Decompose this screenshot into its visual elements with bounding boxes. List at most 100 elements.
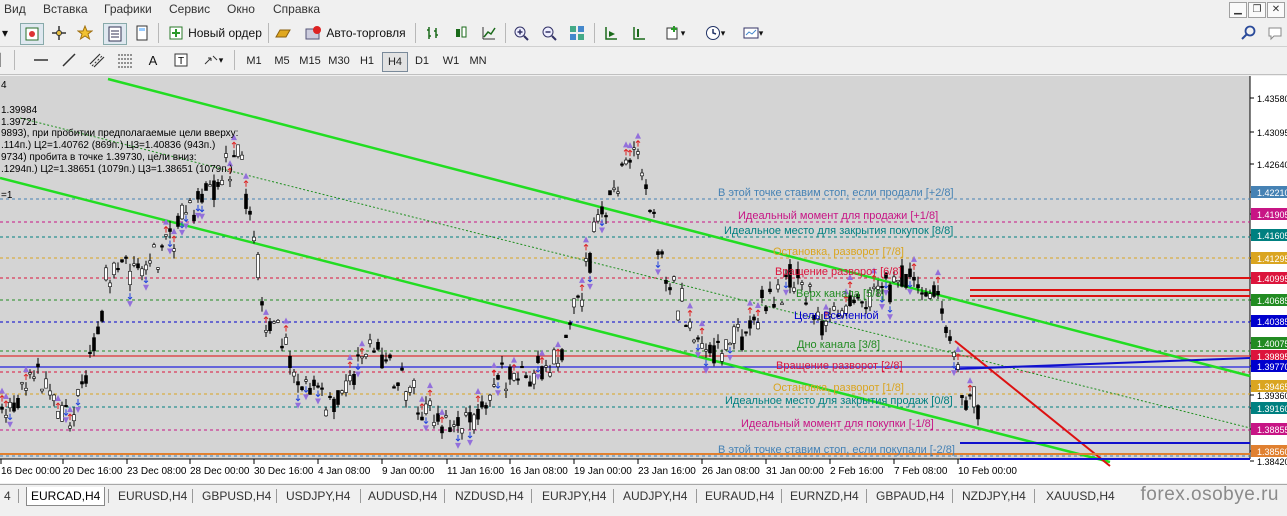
candle-body: [156, 267, 160, 270]
crosshair-grid-icon[interactable]: [20, 23, 44, 45]
trendline-icon[interactable]: [58, 50, 80, 70]
cursor-icon[interactable]: ▏: [0, 50, 9, 70]
minimize-button[interactable]: ▁: [1229, 2, 1247, 18]
fibonacci-icon[interactable]: [114, 50, 136, 70]
periods-dropdown[interactable]: ▾: [698, 23, 732, 43]
candle-body: [764, 306, 768, 312]
tab-eurnzd[interactable]: EURNZD,H4: [786, 487, 863, 505]
candle-body: [864, 307, 868, 310]
candle-body: [772, 304, 776, 308]
indicators-dropdown[interactable]: ▾: [658, 23, 692, 43]
chart-canvas[interactable]: В этой точке ставим стоп, если продали […: [0, 76, 1287, 483]
price-label: 1.41605: [1257, 231, 1287, 241]
menu-view[interactable]: Вид: [4, 2, 26, 16]
candle-body: [704, 349, 708, 352]
timeframe-h1[interactable]: H1: [356, 52, 378, 70]
candle-body: [940, 308, 944, 314]
timeframe-m5[interactable]: M5: [271, 52, 293, 70]
candlestick-icon[interactable]: [450, 23, 472, 43]
candle-body: [912, 276, 916, 281]
candle-body: [768, 288, 772, 293]
line-chart-icon[interactable]: [478, 23, 500, 43]
candle-body: [684, 324, 688, 327]
zoom-in-icon[interactable]: [510, 23, 532, 43]
arrows-dropdown[interactable]: ▾: [198, 50, 228, 70]
candle-body: [56, 411, 60, 419]
price-chart[interactable]: В этой точке ставим стоп, если продали […: [0, 76, 1287, 483]
candle-body: [104, 267, 108, 281]
menu-charts[interactable]: Графики: [104, 2, 152, 16]
info-line: 9893), при пробитии предполагаемые цели …: [1, 127, 238, 139]
candle-body: [620, 163, 624, 166]
text-tool-icon[interactable]: A: [142, 50, 164, 70]
data-window-icon[interactable]: [131, 23, 153, 43]
dropdown-arrow-icon[interactable]: ▾: [0, 23, 10, 43]
bar-chart-icon[interactable]: [422, 23, 444, 43]
candle-body: [88, 351, 92, 355]
tab-partial[interactable]: 4: [0, 487, 15, 505]
tab-usdjpy[interactable]: USDJPY,H4: [282, 487, 354, 505]
favorites-star-icon[interactable]: [74, 23, 96, 43]
horizontal-line-icon[interactable]: [30, 50, 52, 70]
timeframe-m15[interactable]: M15: [297, 52, 323, 70]
candle-body: [524, 375, 528, 378]
menu-help[interactable]: Справка: [273, 2, 320, 16]
tab-eurcad[interactable]: EURCAD,H4: [26, 487, 106, 506]
candle-body: [756, 322, 760, 330]
autotrading-button[interactable]: Авто-торговля: [300, 23, 410, 43]
restore-button[interactable]: ❐: [1248, 2, 1266, 18]
candle-body: [428, 400, 432, 406]
tab-nzdusd[interactable]: NZDUSD,H4: [451, 487, 528, 505]
timeframe-mn[interactable]: MN: [467, 52, 489, 70]
menu-window[interactable]: Окно: [227, 2, 255, 16]
candle-body: [560, 349, 564, 361]
level-label: В этой точке ставим стоп, если продали […: [718, 187, 954, 199]
close-button[interactable]: ✕: [1267, 2, 1285, 18]
candle-body: [164, 234, 168, 237]
new-order-button[interactable]: Новый ордер: [165, 23, 265, 43]
chat-icon[interactable]: [1265, 23, 1287, 43]
candle-body: [748, 320, 752, 329]
tab-eurjpy[interactable]: EURJPY,H4: [538, 487, 610, 505]
candle-body: [320, 387, 324, 390]
candle-body: [76, 389, 80, 396]
level-label: Дно канала [3/8]: [797, 339, 880, 351]
templates-dropdown[interactable]: ▾: [736, 23, 770, 43]
tab-euraud[interactable]: EURAUD,H4: [701, 487, 778, 505]
timeframe-h4[interactable]: H4: [382, 52, 408, 72]
tab-xauusd[interactable]: XAUUSD,H4: [1042, 487, 1119, 505]
market-watch-icon[interactable]: [103, 23, 127, 45]
timeframe-d1[interactable]: D1: [411, 52, 433, 70]
price-label: 1.38420: [1257, 457, 1287, 467]
timeframe-m30[interactable]: M30: [326, 52, 352, 70]
tab-audjpy[interactable]: AUDJPY,H4: [619, 487, 691, 505]
move-arrows-icon[interactable]: [48, 23, 70, 43]
candle-body: [308, 387, 312, 395]
candle-body: [4, 414, 8, 418]
level-label: Верх канала [5/8]: [796, 288, 884, 300]
timeframe-m1[interactable]: M1: [243, 52, 265, 70]
text-label-icon[interactable]: T: [170, 50, 192, 70]
tile-windows-icon[interactable]: [566, 23, 588, 43]
tab-nzdjpy[interactable]: NZDJPY,H4: [958, 487, 1030, 505]
candle-body: [456, 417, 460, 426]
menu-insert[interactable]: Вставка: [43, 2, 88, 16]
tab-eurusd[interactable]: EURUSD,H4: [114, 487, 191, 505]
menu-tools[interactable]: Сервис: [169, 2, 210, 16]
search-icon[interactable]: [1239, 23, 1259, 43]
autoscroll-icon[interactable]: [600, 23, 622, 43]
time-label: 28 Dec 00:00: [190, 466, 250, 477]
price-label: 1.40685: [1257, 296, 1287, 306]
tab-separator: [360, 489, 361, 503]
price-label: 1.39360: [1257, 391, 1287, 401]
gold-bar-icon[interactable]: [273, 23, 293, 43]
channel-icon[interactable]: [86, 50, 108, 70]
chart-shift-icon[interactable]: [628, 23, 650, 43]
tab-gbpusd[interactable]: GBPUSD,H4: [198, 487, 275, 505]
time-label: 23 Jan 16:00: [638, 466, 696, 477]
timeframe-w1[interactable]: W1: [440, 52, 462, 70]
zoom-out-icon[interactable]: [538, 23, 560, 43]
tab-gbpaud[interactable]: GBPAUD,H4: [872, 487, 948, 505]
candle-body: [488, 394, 492, 401]
tab-audusd[interactable]: AUDUSD,H4: [364, 487, 441, 505]
